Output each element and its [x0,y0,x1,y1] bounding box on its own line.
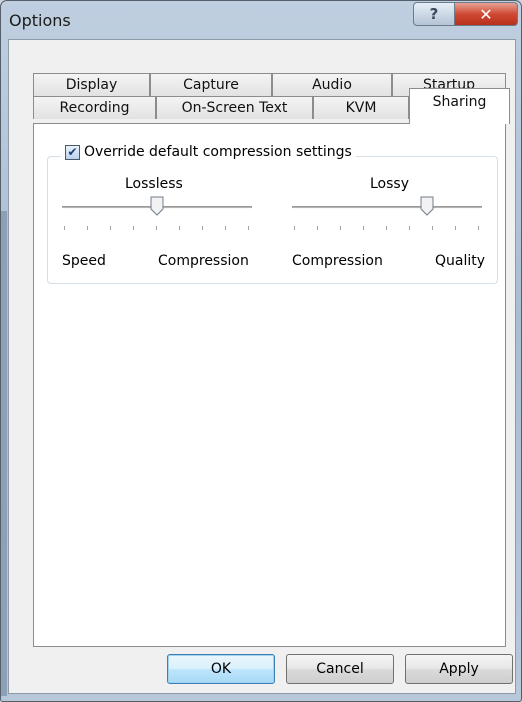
slider-tick [179,226,180,230]
cancel-button-label: Cancel [316,661,364,677]
slider-tick [455,226,456,230]
lossy-label: Lossy [370,176,409,192]
lossless-left-label: Speed [62,253,106,269]
tab-sharing[interactable]: Sharing [409,88,510,124]
options-window: Options ? ✕ Display Capture Audio Startu… [0,0,522,702]
slider-tick [294,226,295,230]
help-icon: ? [429,5,439,23]
slider-tick [386,226,387,230]
tab-recording[interactable]: Recording [33,96,156,119]
lossy-slider-thumb[interactable] [420,196,434,216]
tab-display[interactable]: Display [33,73,150,96]
slider-tick [225,226,226,230]
lossless-slider-thumb[interactable] [150,196,164,216]
lossless-right-label: Compression [158,253,249,269]
slider-tick [156,226,157,230]
lossy-left-label: Compression [292,253,383,269]
slider-tick [340,226,341,230]
checkmark-icon: ✔ [67,145,78,159]
tab-label: KVM [345,100,377,116]
slider-tick [87,226,88,230]
cancel-button[interactable]: Cancel [286,654,394,684]
checkbox-box[interactable]: ✔ [65,144,80,160]
help-button[interactable]: ? [413,2,455,26]
lossy-slider[interactable] [292,194,482,234]
override-compression-checkbox[interactable]: ✔ Override default compression settings [61,144,356,160]
ok-button[interactable]: OK [167,654,275,684]
tab-kvm[interactable]: KVM [313,96,409,119]
slider-tick [64,226,65,230]
slider-tick [202,226,203,230]
close-button[interactable]: ✕ [454,2,518,26]
tab-capture[interactable]: Capture [150,73,272,96]
window-left-edge [1,211,7,696]
lossless-slider[interactable] [62,194,252,234]
window-title: Options [9,11,71,30]
sharing-panel: ✔ Override default compression settings … [33,123,506,647]
slider-tick [432,226,433,230]
slider-tick [363,226,364,230]
lossy-right-label: Quality [435,253,486,269]
tab-label: Sharing [432,93,487,110]
lossy-slider-track [292,206,482,209]
override-checkbox-label: Override default compression settings [84,144,352,160]
slider-tick [317,226,318,230]
close-icon: ✕ [479,4,493,24]
apply-button-label: Apply [439,661,479,677]
tab-label: Capture [183,77,239,93]
title-bar[interactable]: Options ? ✕ [1,1,521,39]
slider-tick [248,226,249,230]
tab-on-screen-text[interactable]: On-Screen Text [156,96,313,119]
tab-label: Recording [59,100,130,116]
apply-button[interactable]: Apply [405,654,513,684]
slider-tick [409,226,410,230]
lossless-label: Lossless [125,176,183,192]
tab-label: On-Screen Text [181,100,288,116]
slider-tick [110,226,111,230]
slider-tick [478,226,479,230]
tab-label: Audio [312,77,352,93]
tab-audio[interactable]: Audio [272,73,392,96]
ok-button-label: OK [210,661,232,677]
tab-label: Display [65,77,118,93]
dialog-client-area: Display Capture Audio Startup Recording … [8,39,516,694]
slider-tick [133,226,134,230]
